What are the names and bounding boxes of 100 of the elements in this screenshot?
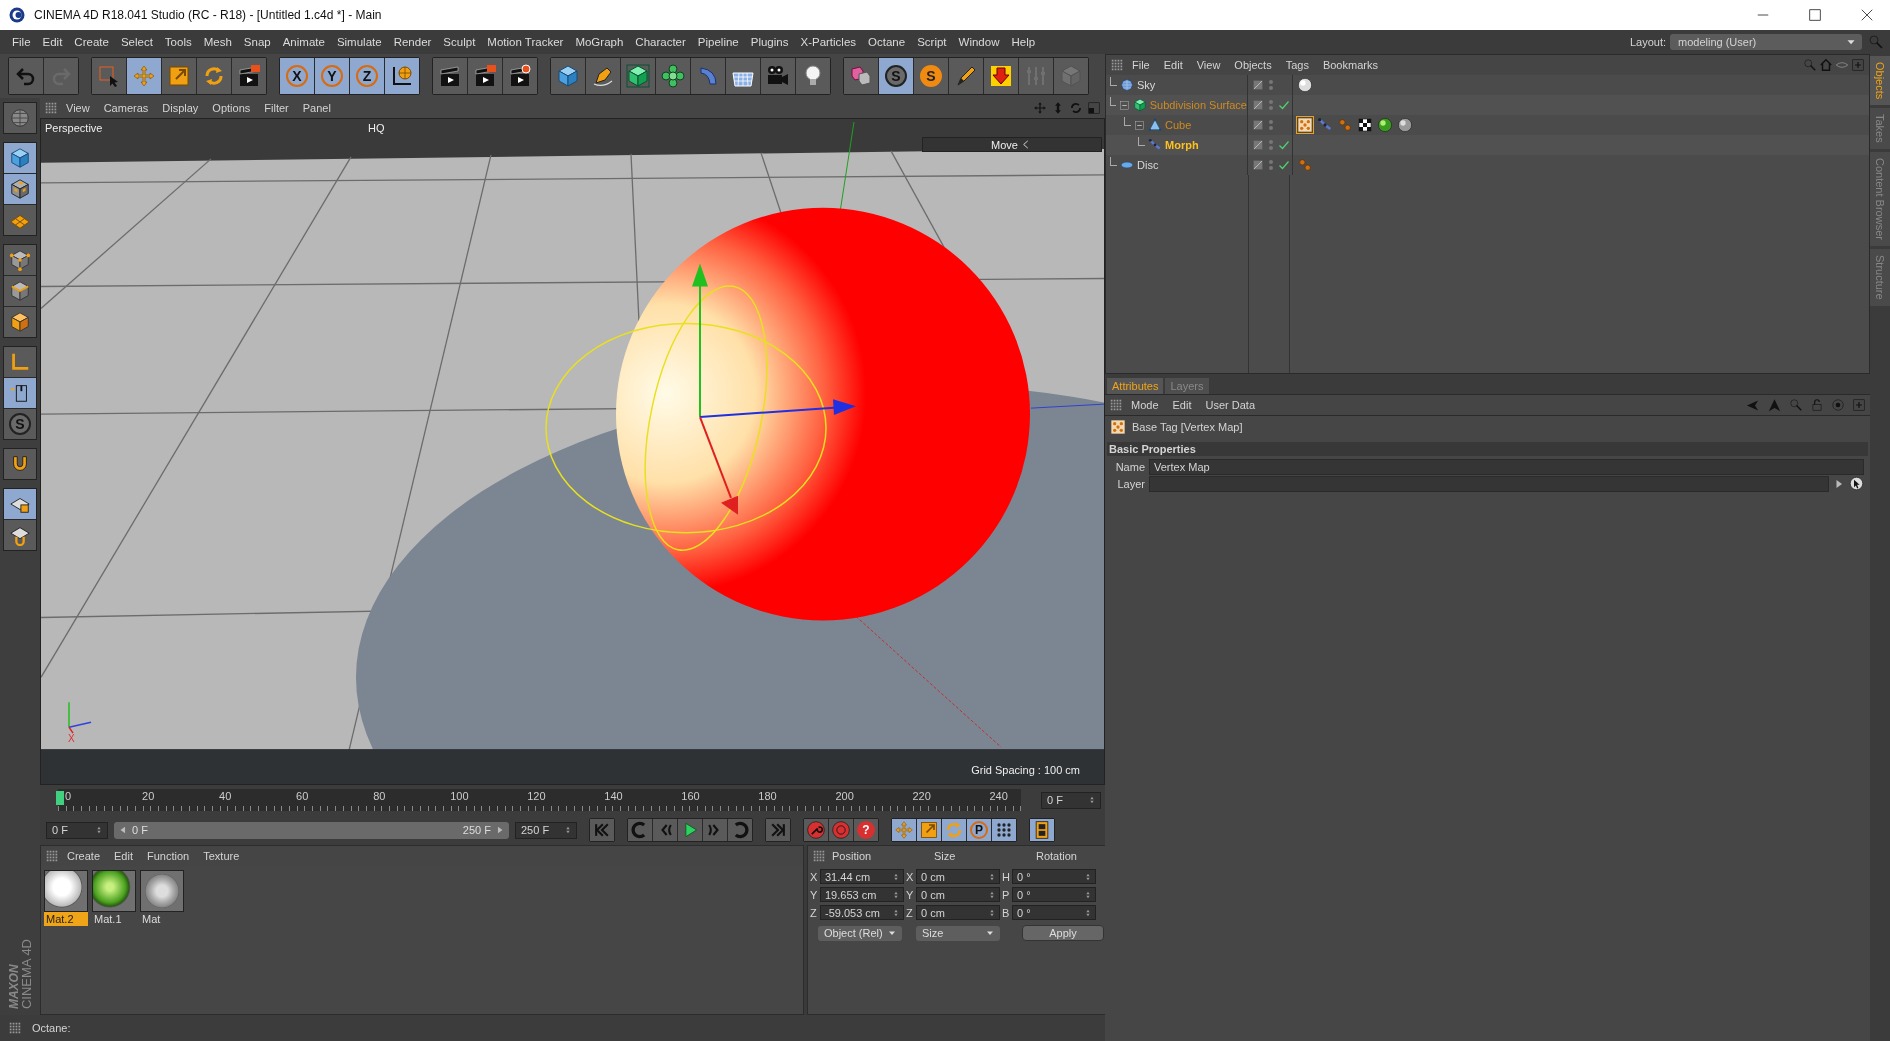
- pointer-icon[interactable]: [1849, 476, 1864, 491]
- side-tab[interactable]: Objects: [1870, 56, 1890, 106]
- undo-arrow-button[interactable]: [9, 58, 43, 94]
- timeline-ruler[interactable]: 0 20 40 60 80 100 120 140 160 180 200 220 240: [58, 789, 1021, 811]
- menu-item[interactable]: User Data: [1199, 399, 1262, 411]
- menu-item[interactable]: View: [60, 102, 96, 114]
- home-icon[interactable]: [1819, 58, 1833, 72]
- menu-item[interactable]: MoGraph: [569, 36, 630, 48]
- round-letter-button[interactable]: S: [879, 58, 913, 94]
- material-ball-icon[interactable]: [1377, 117, 1393, 133]
- loop-forward-button[interactable]: [728, 819, 752, 841]
- coordinate-field[interactable]: 19.653 cm: [820, 887, 904, 902]
- size-mode-dropdown[interactable]: Size: [916, 925, 1000, 941]
- menu-item[interactable]: Motion Tracker: [481, 36, 570, 48]
- menu-item[interactable]: Create: [68, 36, 115, 48]
- panel-tab[interactable]: Attributes: [1107, 378, 1164, 394]
- menu-item[interactable]: Render: [387, 36, 438, 48]
- material-name[interactable]: Mat.2: [44, 912, 88, 926]
- bone-chain-icon[interactable]: [1317, 117, 1333, 133]
- layer-square-icon[interactable]: [1252, 139, 1264, 151]
- menu-item[interactable]: View: [1190, 59, 1227, 71]
- layer-square-icon[interactable]: [1252, 119, 1264, 131]
- down-arrow-button[interactable]: [984, 58, 1018, 94]
- menu-item[interactable]: Window: [952, 36, 1006, 48]
- layout-dropdown[interactable]: modeling (User): [1670, 34, 1862, 50]
- menu-item[interactable]: Pipeline: [691, 36, 745, 48]
- menu-item[interactable]: Edit: [1166, 399, 1198, 411]
- menu-item[interactable]: Tools: [158, 36, 198, 48]
- menu-item[interactable]: Create: [61, 850, 107, 862]
- grid-plane-button[interactable]: [4, 205, 36, 235]
- pen-button[interactable]: [586, 58, 620, 94]
- material-ball-icon[interactable]: [1297, 77, 1313, 93]
- brush-button[interactable]: [949, 58, 983, 94]
- material-thumbnail[interactable]: [92, 870, 136, 912]
- round-letter-button[interactable]: S: [4, 409, 36, 439]
- ring-letter-button[interactable]: Z: [350, 58, 384, 94]
- object-name[interactable]: Disc: [1137, 159, 1159, 171]
- light-bulb-button[interactable]: [796, 58, 830, 94]
- coordinate-field[interactable]: -59.053 cm: [820, 905, 904, 920]
- cube-button[interactable]: [4, 143, 36, 173]
- menu-item[interactable]: Help: [1005, 36, 1042, 48]
- clapperboard-button[interactable]: [468, 58, 502, 94]
- dot-grid-button[interactable]: [992, 819, 1016, 841]
- cube-button[interactable]: [551, 58, 585, 94]
- menu-item[interactable]: Animate: [276, 36, 331, 48]
- menu-item[interactable]: Mesh: [197, 36, 238, 48]
- menu-item[interactable]: Filter: [258, 102, 295, 114]
- menu-item[interactable]: Edit: [1157, 59, 1189, 71]
- rotate-arrows-icon[interactable]: [1069, 101, 1083, 115]
- mouse-button[interactable]: [4, 378, 36, 408]
- material-name[interactable]: Mat: [140, 912, 184, 926]
- camera-button[interactable]: [761, 58, 795, 94]
- skip-to-end-button[interactable]: [766, 819, 790, 841]
- menu-item[interactable]: Simulate: [330, 36, 388, 48]
- menu-item[interactable]: Sculpt: [437, 36, 482, 48]
- coordinate-field[interactable]: 0 °: [1012, 887, 1096, 902]
- menu-item[interactable]: File: [1126, 59, 1156, 71]
- dots-icon[interactable]: [1337, 117, 1353, 133]
- menu-item[interactable]: Panel: [296, 102, 337, 114]
- layer-square-icon[interactable]: [1252, 99, 1264, 111]
- floor-grid-button[interactable]: [726, 58, 760, 94]
- target-icon[interactable]: [1831, 398, 1845, 412]
- step-back-button[interactable]: [653, 819, 677, 841]
- menu-item[interactable]: Plugins: [744, 36, 795, 48]
- subdivision-cube-button[interactable]: [621, 58, 655, 94]
- globe-axes-button[interactable]: [385, 58, 419, 94]
- menu-item[interactable]: Character: [629, 36, 692, 48]
- grid-magnet-button[interactable]: [4, 520, 36, 550]
- frame-range-slider[interactable]: 0 F 250 F: [114, 821, 509, 839]
- material-thumbnail[interactable]: [140, 870, 184, 912]
- coordinate-field[interactable]: 0 cm: [916, 905, 1000, 920]
- menu-item[interactable]: Options: [206, 102, 257, 114]
- coordinate-field[interactable]: 0 cm: [916, 869, 1000, 884]
- menu-item[interactable]: File: [6, 36, 37, 48]
- arrow-up-icon[interactable]: [1767, 397, 1782, 413]
- coordinate-field[interactable]: 0 cm: [916, 887, 1000, 902]
- clapperboard-button[interactable]: [433, 58, 467, 94]
- ring-letter-button[interactable]: X: [280, 58, 314, 94]
- skip-to-start-button[interactable]: [590, 819, 614, 841]
- material-ball-icon[interactable]: [1397, 117, 1413, 133]
- name-field[interactable]: Vertex Map: [1149, 458, 1864, 475]
- panel-icon[interactable]: [1087, 101, 1101, 115]
- dots-icon[interactable]: [1297, 157, 1313, 173]
- scale-square-button[interactable]: [162, 58, 196, 94]
- check-icon[interactable]: [1278, 139, 1290, 151]
- check-icon[interactable]: [1278, 99, 1290, 111]
- collapse-box-icon[interactable]: [1118, 99, 1130, 111]
- rotate-arrows-button[interactable]: [197, 58, 231, 94]
- ring-letter-button[interactable]: Y: [315, 58, 349, 94]
- step-forward-button[interactable]: [703, 819, 727, 841]
- menu-item[interactable]: Octane: [862, 36, 912, 48]
- menu-item[interactable]: Script: [911, 36, 953, 48]
- help-button[interactable]: ?: [854, 819, 878, 841]
- play-button[interactable]: [678, 819, 702, 841]
- menu-item[interactable]: Snap: [237, 36, 277, 48]
- menu-item[interactable]: Cameras: [97, 102, 155, 114]
- menu-item[interactable]: Tags: [1279, 59, 1315, 71]
- current-frame-field[interactable]: 0 F: [1041, 791, 1101, 809]
- coordinate-field[interactable]: 0 °: [1012, 905, 1096, 920]
- link-field[interactable]: [1149, 475, 1829, 492]
